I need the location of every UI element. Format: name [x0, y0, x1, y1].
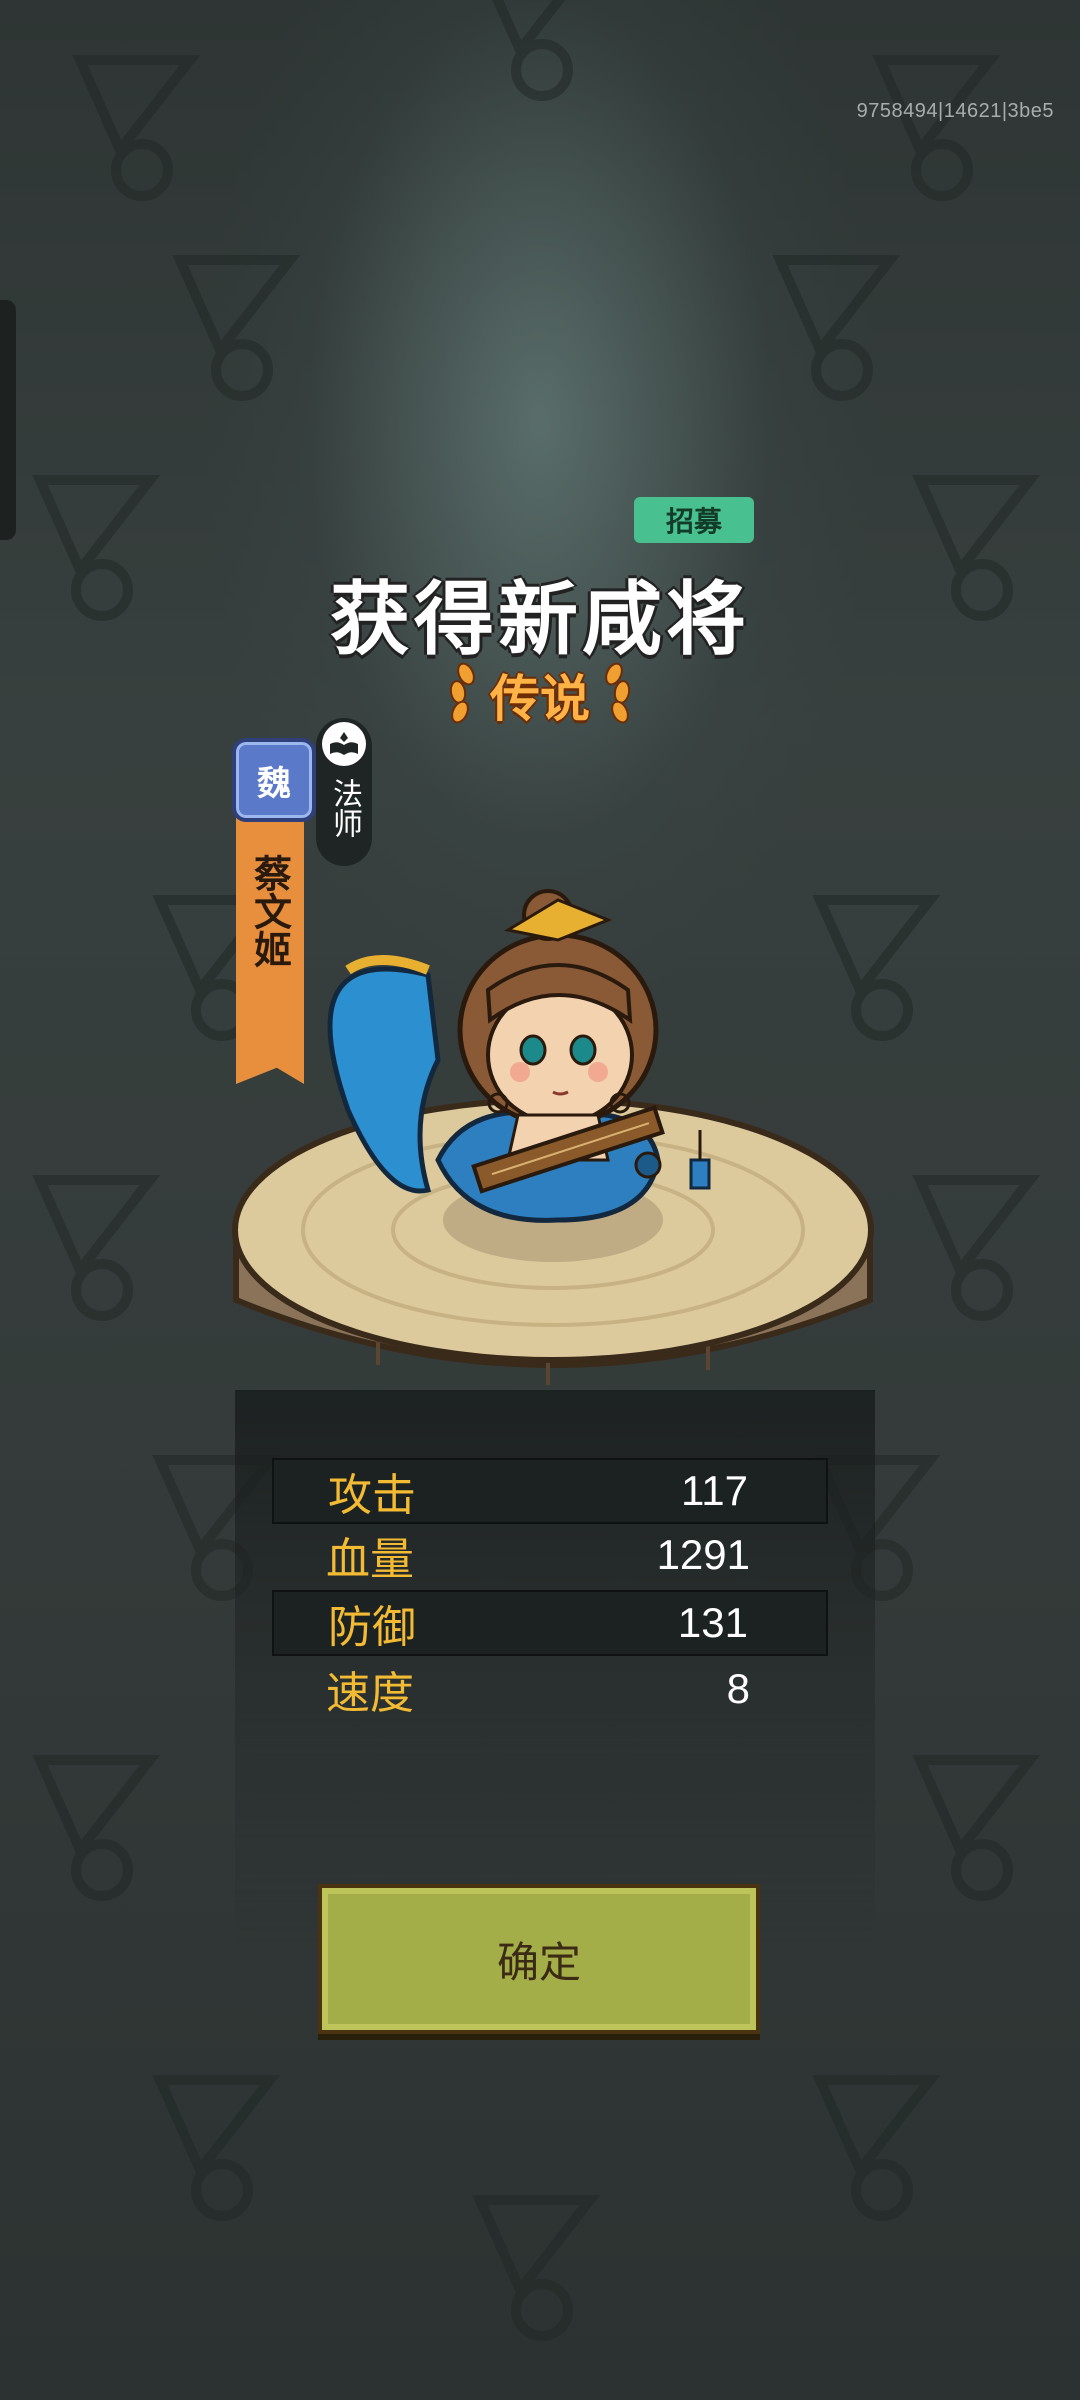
laurel-left-icon	[449, 662, 475, 724]
stat-label: 防御	[328, 1602, 416, 1653]
laurel-right-icon	[605, 662, 631, 724]
rarity-badge: 传说	[440, 660, 640, 730]
class-badge: 法师	[316, 718, 372, 866]
stat-value: 8	[726, 1665, 750, 1712]
stat-row-speed: 速度 8	[272, 1656, 828, 1722]
faction-badge: 魏	[232, 738, 316, 822]
stat-label: 攻击	[328, 1470, 416, 1521]
stat-value: 131	[677, 1599, 748, 1646]
confirm-button[interactable]: 确定	[318, 1884, 760, 2034]
rarity-label: 传说	[490, 670, 590, 728]
stat-row-attack: 攻击 117	[272, 1458, 828, 1524]
stat-label: 速度	[326, 1668, 414, 1719]
recruit-badge: 招募	[634, 497, 754, 543]
class-label: 法师	[327, 778, 362, 838]
hero-portrait	[327, 889, 711, 1223]
stat-label: 血量	[326, 1534, 414, 1585]
side-drawer-handle[interactable]	[0, 300, 16, 540]
stat-value: 117	[681, 1467, 748, 1514]
stat-row-hp: 血量 1291	[272, 1522, 828, 1588]
book-icon	[322, 722, 366, 766]
page-title: 获得新咸将	[330, 573, 750, 666]
stat-row-defense: 防御 131	[272, 1590, 828, 1656]
build-id: 9758494|14621|3be5	[856, 100, 1054, 122]
stat-value: 1291	[656, 1531, 750, 1578]
hero-stage	[232, 889, 874, 1385]
